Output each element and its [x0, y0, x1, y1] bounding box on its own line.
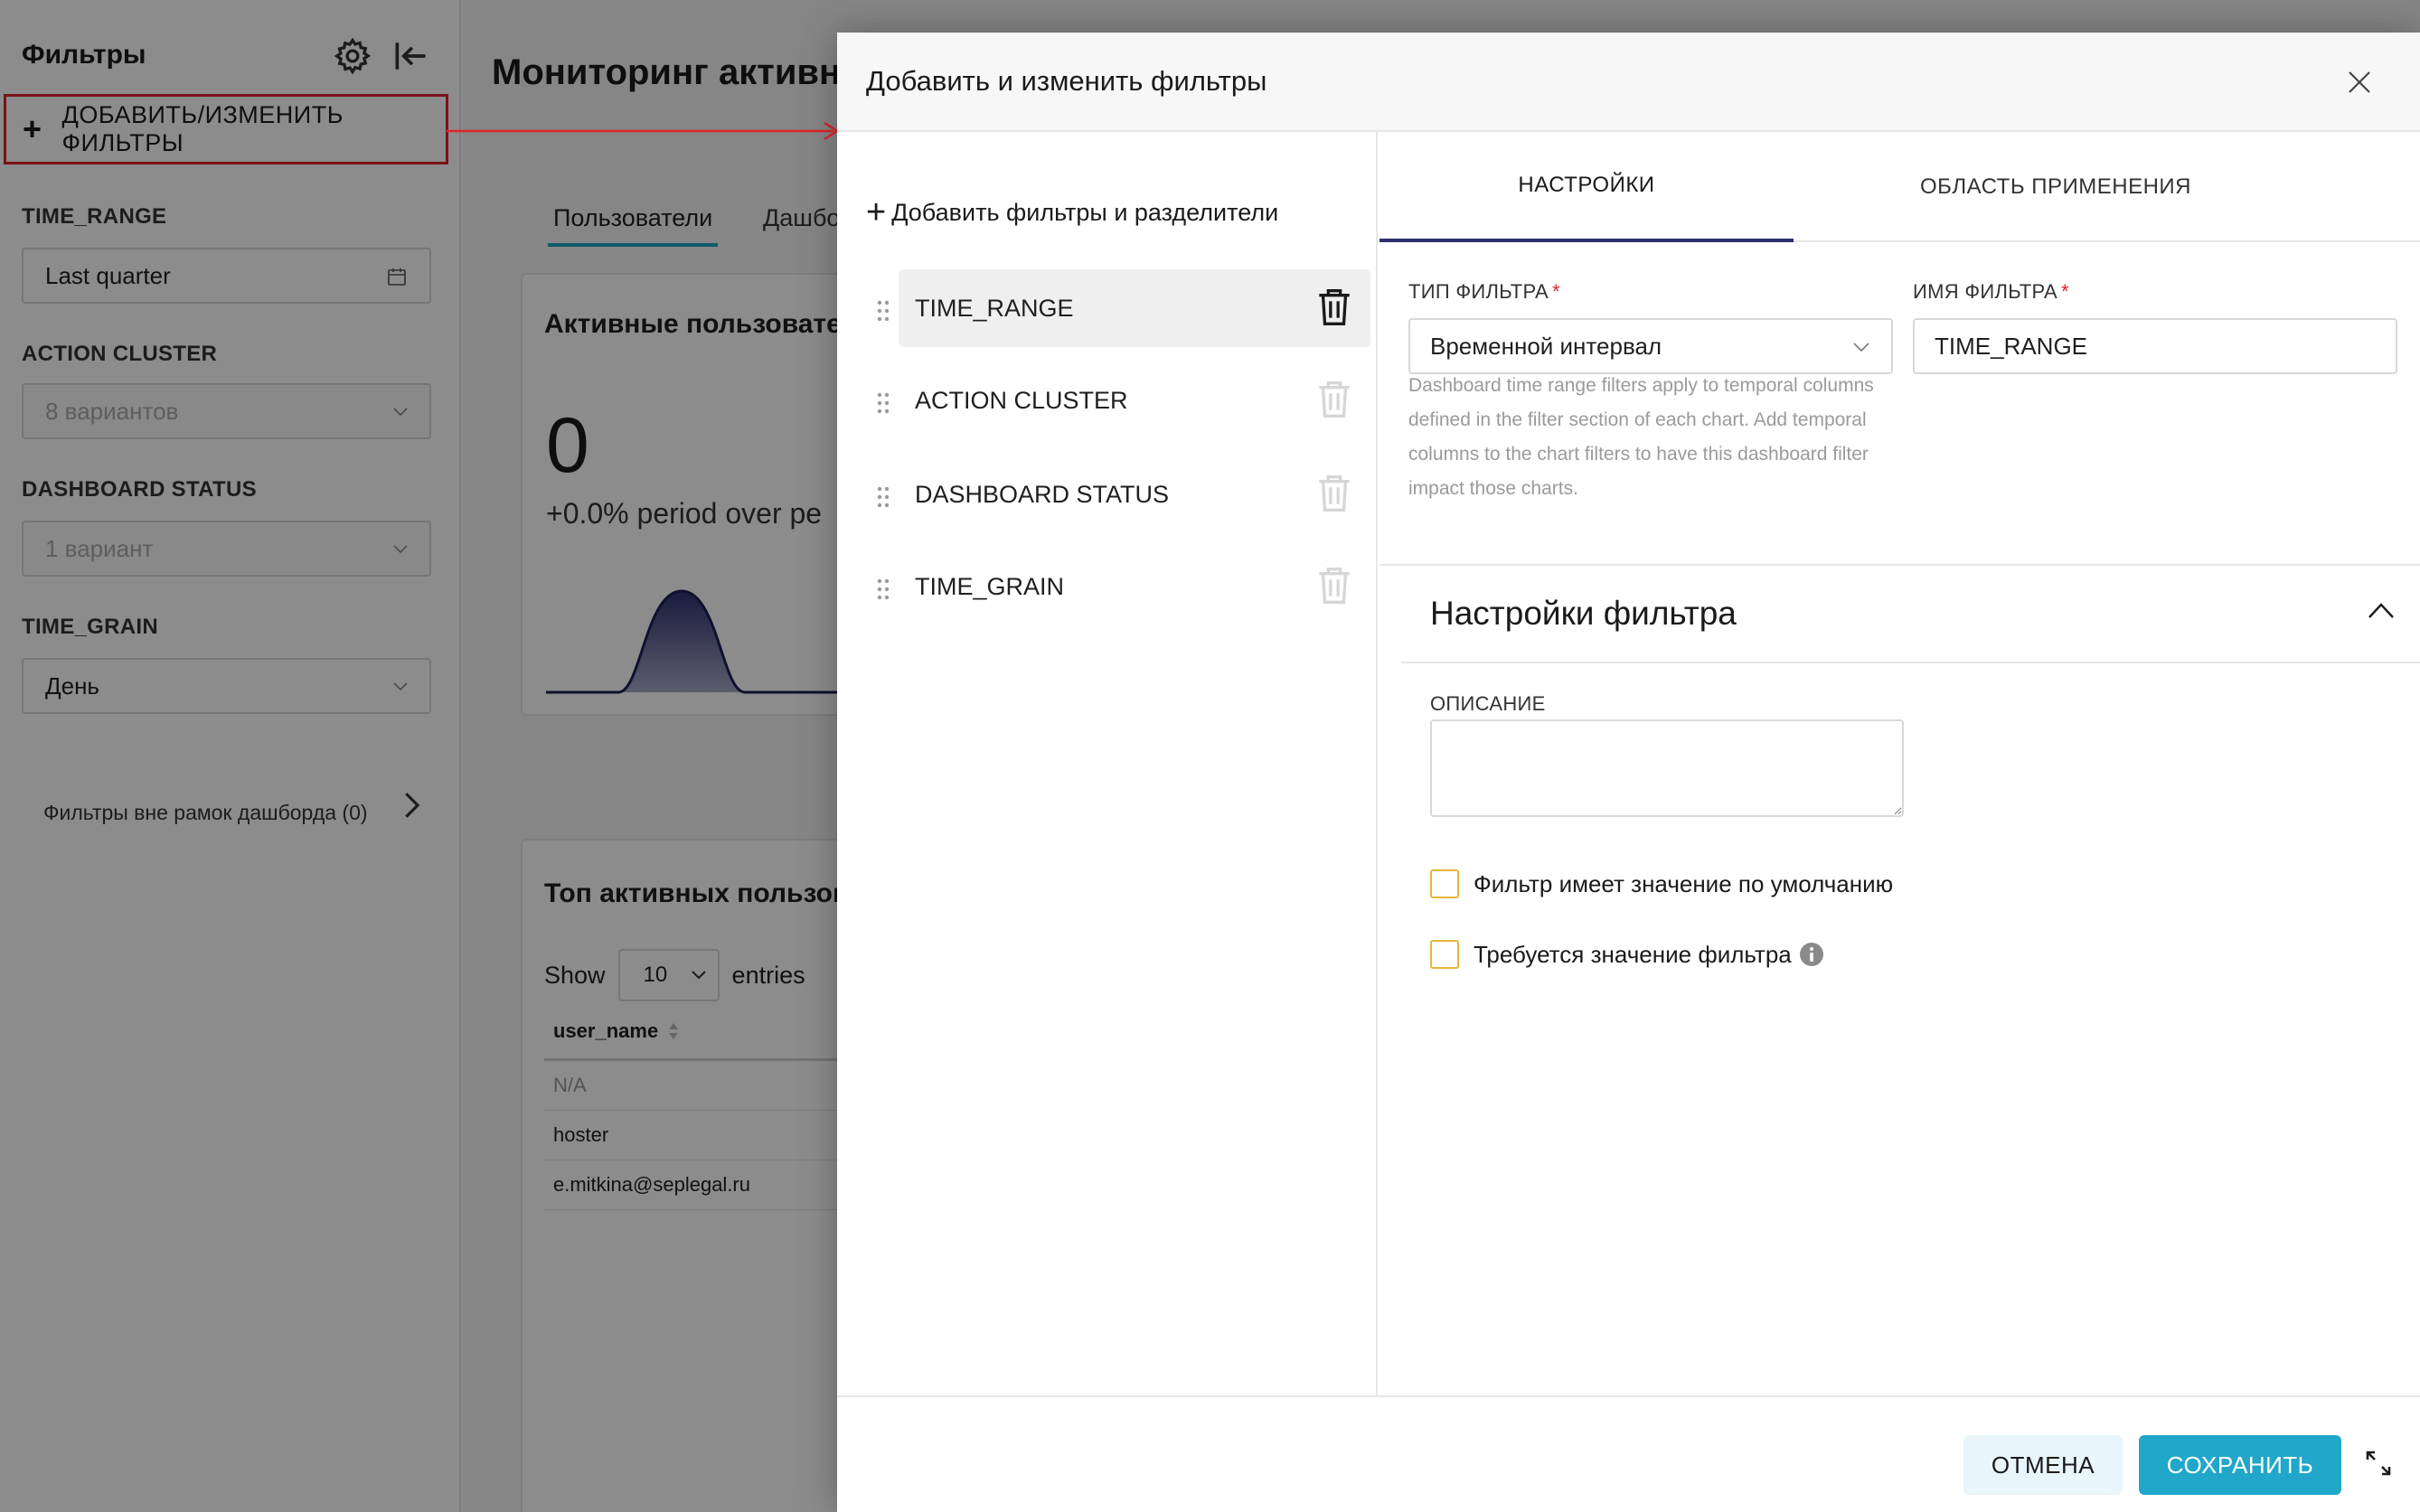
trash-icon[interactable] [1316, 287, 1352, 327]
close-icon[interactable] [2346, 69, 2373, 96]
description-textarea[interactable] [1430, 719, 1904, 817]
divider [1379, 564, 2420, 566]
filter-settings-section-title[interactable]: Настройки фильтра [1430, 595, 1737, 633]
filter-type-label: ТИП ФИЛЬТРА * [1408, 280, 1560, 304]
drag-handle-icon[interactable] [877, 392, 890, 414]
filters-modal: Добавить и изменить фильтры + Добавить ф… [837, 33, 2420, 1512]
filter-name-label: ИМЯ ФИЛЬТРА * [1913, 280, 2069, 304]
filter-item-action-cluster[interactable]: ACTION CLUSTER [899, 362, 1370, 439]
tab-scope[interactable]: ОБЛАСТЬ ПРИМЕНЕНИЯ [1794, 132, 2318, 242]
drag-handle-icon[interactable] [877, 486, 890, 508]
tab-settings[interactable]: НАСТРОЙКИ [1379, 132, 1794, 242]
required-mark: * [1552, 280, 1560, 303]
add-filters-and-dividers-button[interactable]: + Добавить фильтры и разделители [866, 195, 1278, 230]
trash-icon[interactable] [1316, 380, 1352, 419]
required-mark: * [2060, 280, 2069, 303]
divider [1401, 662, 2420, 663]
chevron-down-icon [1853, 343, 1869, 352]
drag-handle-icon[interactable] [877, 578, 890, 600]
trash-icon[interactable] [1316, 474, 1352, 513]
filter-name-value: TIME_RANGE [1935, 332, 2088, 360]
filter-type-select[interactable]: Временной интервал [1408, 318, 1893, 374]
settings-tabs: НАСТРОЙКИ ОБЛАСТЬ ПРИМЕНЕНИЯ [1379, 132, 2420, 242]
filter-type-value: Временной интервал [1430, 332, 1662, 360]
add-filters-label: Добавить фильтры и разделители [891, 198, 1279, 226]
filter-item-time-grain[interactable]: TIME_GRAIN [899, 548, 1370, 625]
fullscreen-icon[interactable] [2365, 1450, 2392, 1477]
default-value-checkbox-row[interactable]: Фильтр имеет значение по умолчанию [1430, 869, 1893, 898]
info-icon[interactable] [1799, 942, 1824, 967]
filter-hint-text: Dashboard time range filters apply to te… [1408, 375, 1874, 499]
modal-footer: ОТМЕНА СОХРАНИТЬ [837, 1395, 2420, 1512]
modal-title: Добавить и изменить фильтры [866, 65, 1267, 97]
required-value-checkbox-row[interactable]: Требуется значение фильтра [1430, 940, 1824, 969]
filter-name-input[interactable]: TIME_RANGE [1913, 318, 2397, 374]
filter-item-label: TIME_RANGE [915, 294, 1074, 322]
filter-item-time-range[interactable]: TIME_RANGE [899, 269, 1370, 347]
required-value-checkbox[interactable] [1430, 940, 1459, 969]
plus-icon: + [866, 193, 887, 231]
required-value-label: Требуется значение фильтра [1474, 940, 1792, 968]
filter-item-label: DASHBOARD STATUS [915, 480, 1170, 508]
save-button[interactable]: СОХРАНИТЬ [2139, 1435, 2341, 1495]
filter-item-dashboard-status[interactable]: DASHBOARD STATUS [899, 455, 1370, 533]
annotation-arrow [447, 121, 840, 141]
trash-icon[interactable] [1316, 566, 1352, 606]
cancel-button[interactable]: ОТМЕНА [1963, 1435, 2123, 1495]
drag-handle-icon[interactable] [877, 300, 890, 322]
chevron-up-icon[interactable] [2366, 598, 2396, 624]
filter-item-label: TIME_GRAIN [915, 572, 1065, 600]
default-value-checkbox[interactable] [1430, 869, 1459, 898]
description-label: ОПИСАНИЕ [1430, 692, 1546, 715]
filter-settings-panel: НАСТРОЙКИ ОБЛАСТЬ ПРИМЕНЕНИЯ ТИП ФИЛЬТРА… [1379, 132, 2420, 1395]
filter-type-label-text: ТИП ФИЛЬТРА [1408, 280, 1549, 303]
default-value-label: Фильтр имеет значение по умолчанию [1474, 869, 1894, 897]
filter-name-label-text: ИМЯ ФИЛЬТРА [1913, 280, 2057, 303]
filter-list-panel: + Добавить фильтры и разделители TIME_RA… [837, 132, 1378, 1395]
filter-item-label: ACTION CLUSTER [915, 386, 1128, 414]
modal-header: Добавить и изменить фильтры [837, 33, 2420, 132]
